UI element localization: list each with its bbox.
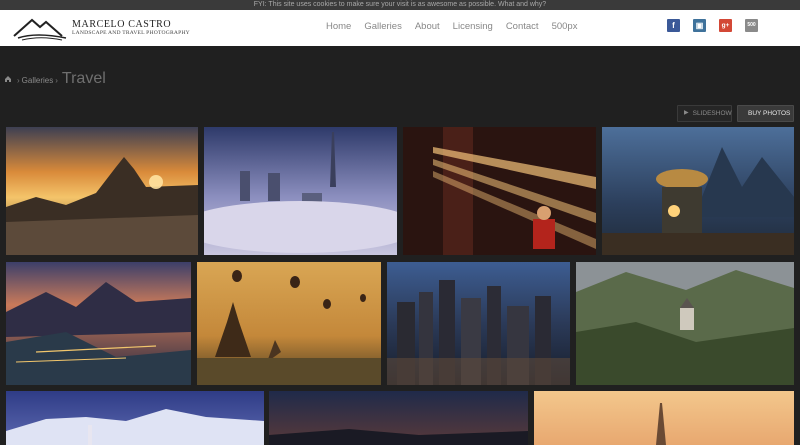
breadcrumb-galleries[interactable]: Galleries xyxy=(22,76,54,85)
dubai-towers-photo-icon xyxy=(204,127,397,255)
instagram-icon[interactable]: ▣ xyxy=(693,19,706,32)
mountain-photo-icon xyxy=(6,391,264,445)
mountain-logo-icon[interactable] xyxy=(12,14,70,42)
brand-tagline: LANDSCAPE AND TRAVEL PHOTOGRAPHY xyxy=(72,30,190,36)
balloons-photo-icon xyxy=(197,262,381,385)
castle-photo-icon xyxy=(576,262,794,385)
brand-name: MARCELO CASTRO xyxy=(72,19,172,30)
gallery-photo-skyline[interactable] xyxy=(387,262,570,385)
cookie-notice[interactable]: FYI: This site uses cookies to make sure… xyxy=(0,0,800,10)
500px-icon[interactable]: 500 xyxy=(745,19,758,32)
tower-photo-icon xyxy=(534,391,794,445)
play-icon: ▶ xyxy=(684,110,689,116)
gallery-photo-mountain-church[interactable] xyxy=(6,391,264,445)
buy-photos-button[interactable]: BUY PHOTOS xyxy=(737,105,794,122)
gallery-photo-bagan[interactable] xyxy=(197,262,381,385)
gallery-photo-rio-night[interactable] xyxy=(6,262,191,385)
fisherman-photo-icon xyxy=(602,127,794,255)
nav-item-contact[interactable]: Contact xyxy=(506,20,539,34)
gallery-photo-dusk[interactable] xyxy=(269,391,528,445)
nav-item-licensing[interactable]: Licensing xyxy=(453,20,493,34)
gallery-photo-castle[interactable] xyxy=(576,262,794,385)
cookie-notice-text: FYI: This site uses cookies to make sure… xyxy=(253,1,547,8)
facebook-icon[interactable]: f xyxy=(667,19,680,32)
nav-item-home[interactable]: Home xyxy=(326,20,351,34)
nav-item-500px[interactable]: 500px xyxy=(552,20,578,34)
gallery-photo-fisherman[interactable] xyxy=(602,127,794,255)
brand[interactable]: MARCELO CASTRO LANDSCAPE AND TRAVEL PHOT… xyxy=(72,20,190,37)
slideshow-label: SLIDESHOW xyxy=(692,110,732,117)
breadcrumb-separator: › xyxy=(17,76,20,85)
breadcrumb-separator: › xyxy=(55,76,58,85)
rio-sunset-photo-icon xyxy=(6,127,198,255)
dusk-photo-icon xyxy=(269,391,528,445)
site-header: MARCELO CASTRO LANDSCAPE AND TRAVEL PHOT… xyxy=(0,10,800,46)
skyline-photo-icon xyxy=(387,262,570,385)
gallery-photo-light-rays[interactable] xyxy=(403,127,596,255)
slideshow-button[interactable]: ▶ SLIDESHOW xyxy=(677,105,732,122)
bay-night-photo-icon xyxy=(6,262,191,385)
nav-item-about[interactable]: About xyxy=(415,20,440,34)
buy-photos-label: BUY PHOTOS xyxy=(748,110,791,117)
google-plus-icon[interactable]: g+ xyxy=(719,19,732,32)
gallery-photo-tower[interactable] xyxy=(534,391,794,445)
nav-item-galleries[interactable]: Galleries xyxy=(364,20,402,34)
home-icon[interactable] xyxy=(4,75,12,83)
breadcrumb: › Galleries › Travel xyxy=(4,70,106,88)
gallery-photo-rio-sunset[interactable] xyxy=(6,127,198,255)
page-title: Travel xyxy=(61,70,106,87)
light-rays-photo-icon xyxy=(403,127,596,255)
gallery-photo-dubai[interactable] xyxy=(204,127,397,255)
main-nav: Home Galleries About Licensing Contact 5… xyxy=(326,20,590,34)
